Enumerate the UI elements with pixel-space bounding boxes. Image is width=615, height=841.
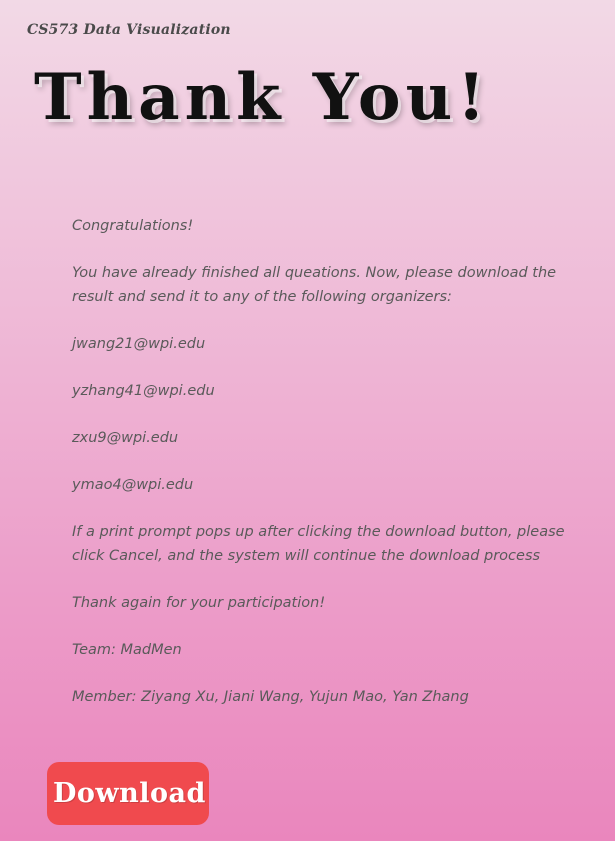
instructions-text: You have already finished all queations.…	[72, 265, 557, 305]
download-button[interactable]: Download	[47, 762, 209, 825]
organizer-email: ymao4@wpi.edu	[72, 477, 194, 493]
organizer-email: zxu9@wpi.edu	[72, 430, 179, 446]
message-content: Congratulations! You have already finish…	[72, 214, 582, 732]
print-note-text: If a print prompt pops up after clicking…	[72, 524, 565, 564]
thanks-text: Thank again for your participation!	[72, 595, 326, 611]
organizer-email: yzhang41@wpi.edu	[72, 383, 215, 399]
members-text: Member: Ziyang Xu, Jiani Wang, Yujun Mao…	[72, 689, 469, 705]
team-text: Team: MadMen	[72, 642, 182, 658]
organizer-email: jwang21@wpi.edu	[72, 336, 206, 352]
page-title: Thank You!	[34, 60, 491, 135]
course-title: CS573 Data Visualization	[27, 22, 231, 38]
congratulations-text: Congratulations!	[72, 218, 194, 234]
